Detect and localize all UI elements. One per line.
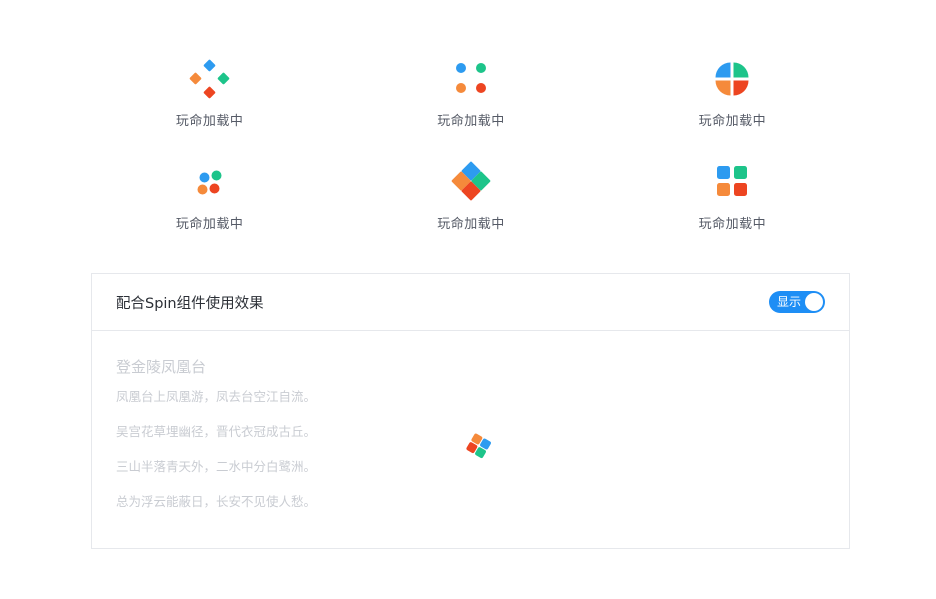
four-dots-loader-icon bbox=[447, 56, 495, 104]
loader-label: 玩命加载中 bbox=[698, 114, 767, 129]
loader-grid: 玩命加载中 玩命加载中 玩命加载中 玩命加载中 玩命加载中 玩命加载中 bbox=[79, 40, 863, 246]
loader-label: 玩命加载中 bbox=[175, 217, 244, 232]
spin-demo-card: 配合Spin组件使用效果 显示 登金陵凤凰台 凤凰台上凤凰游，凤去台空江自流。 … bbox=[91, 273, 850, 549]
loader-label: 玩命加载中 bbox=[698, 217, 767, 232]
toggle-label: 显示 bbox=[777, 295, 802, 309]
loader-item: 玩命加载中 bbox=[340, 143, 601, 246]
big-diamond-loader-icon bbox=[447, 159, 495, 207]
card-body: 登金陵凤凰台 凤凰台上凤凰游，凤去台空江自流。 吴宫花草埋幽径，晋代衣冠成古丘。… bbox=[92, 331, 849, 510]
cluster-dots-loader-icon bbox=[186, 159, 234, 207]
quarter-circle-loader-icon bbox=[708, 56, 756, 104]
spinning-squares-icon bbox=[458, 426, 498, 466]
loader-label: 玩命加载中 bbox=[437, 114, 505, 129]
toggle-knob bbox=[805, 293, 823, 311]
diamond-dots-loader-icon bbox=[186, 56, 234, 104]
poem-line: 凤凰台上凤凰游，凤去台空江自流。 bbox=[116, 389, 317, 404]
loader-item: 玩命加载中 bbox=[79, 143, 340, 246]
page: 玩命加载中 玩命加载中 玩命加载中 玩命加载中 玩命加载中 玩命加载中 配合Sp… bbox=[0, 0, 936, 599]
loader-item: 玩命加载中 bbox=[602, 40, 863, 143]
loader-item: 玩命加载中 bbox=[602, 143, 863, 246]
card-title: 配合Spin组件使用效果 bbox=[116, 295, 264, 312]
four-squares-loader-icon bbox=[708, 159, 756, 207]
poem-title: 登金陵凤凰台 bbox=[116, 358, 207, 376]
loader-item: 玩命加载中 bbox=[79, 40, 340, 143]
loader-label: 玩命加载中 bbox=[437, 217, 505, 232]
card-header: 配合Spin组件使用效果 显示 bbox=[92, 274, 849, 331]
poem-line: 总为浮云能蔽日，长安不见使人愁。 bbox=[116, 494, 317, 509]
loader-label: 玩命加载中 bbox=[175, 114, 244, 129]
show-spin-toggle[interactable]: 显示 bbox=[769, 291, 825, 313]
loader-item: 玩命加载中 bbox=[340, 40, 601, 143]
